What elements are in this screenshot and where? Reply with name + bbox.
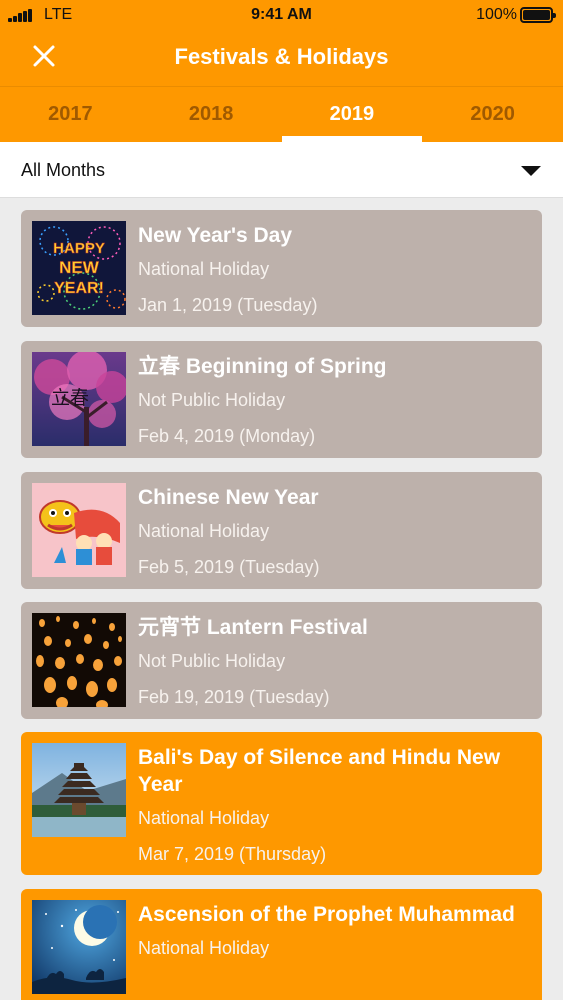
holiday-name: Ascension of the Prophet Muhammad [138, 903, 515, 926]
month-filter-label: All Months [21, 160, 106, 180]
holiday-name: New Year's Day [138, 224, 293, 247]
new-year-fireworks-image: HAPPY NEW YEAR! [32, 221, 126, 315]
app-header: LTE 9:41 AM 100% Festivals & Holidays 20… [0, 0, 563, 142]
holiday-card[interactable]: Chinese New Year National Holiday Feb 5,… [21, 472, 542, 589]
holiday-date: Mar 7, 2019 (Thursday) [138, 844, 327, 864]
month-filter-dropdown[interactable]: All Months [0, 142, 563, 198]
holiday-name: Bali's Day of Silence and Hindu New Year [138, 746, 501, 796]
holiday-date: Jan 1, 2019 (Tuesday) [138, 295, 318, 315]
holiday-type: Not Public Holiday [138, 651, 286, 671]
page-title: Festivals & Holidays [174, 44, 389, 69]
spring-blossom-image: 立春 [32, 352, 126, 446]
holiday-info: Ascension of the Prophet Muhammad Nation… [138, 901, 530, 973]
holiday-card[interactable]: Bali's Day of Silence and Hindu New Year… [21, 732, 542, 875]
year-tabs: 2017 2018 2019 2020 [0, 87, 563, 142]
battery-icon [520, 7, 556, 23]
tab-2017[interactable]: 2017 [0, 87, 141, 142]
lanterns-image [32, 613, 126, 707]
holiday-info: Chinese New Year National Holiday Feb 5,… [138, 484, 530, 578]
status-bar: LTE 9:41 AM 100% [0, 0, 563, 30]
holiday-type: National Holiday [138, 521, 270, 541]
holiday-date: Feb 19, 2019 (Tuesday) [138, 687, 330, 707]
holiday-name: 元宵节 Lantern Festival [138, 616, 368, 639]
holiday-card[interactable]: HAPPY NEW YEAR! New Year's Day National … [21, 210, 542, 327]
holiday-type: Not Public Holiday [138, 390, 286, 410]
holiday-card[interactable]: 立春 立春 Beginning of Spring Not Public Hol… [21, 341, 542, 458]
holiday-info: 元宵节 Lantern Festival Not Public Holiday … [138, 614, 530, 708]
holiday-info: 立春 Beginning of Spring Not Public Holida… [138, 353, 530, 447]
tab-2019[interactable]: 2019 [281, 87, 423, 142]
tab-2018[interactable]: 2018 [141, 87, 282, 142]
holiday-name: 立春 Beginning of Spring [138, 355, 387, 378]
holiday-type: National Holiday [138, 938, 270, 958]
tab-2020[interactable]: 2020 [422, 87, 563, 142]
holiday-type: National Holiday [138, 259, 270, 279]
holiday-card[interactable]: 元宵节 Lantern Festival Not Public Holiday … [21, 602, 542, 719]
lion-dance-image [32, 483, 126, 577]
battery-percent: 100% [476, 6, 517, 23]
holiday-name: Chinese New Year [138, 486, 319, 509]
svg-text:YEAR!: YEAR! [54, 280, 104, 297]
holiday-type: National Holiday [138, 808, 270, 828]
chevron-down-icon [521, 166, 541, 176]
svg-text:NEW: NEW [59, 258, 100, 277]
holiday-info: Bali's Day of Silence and Hindu New Year… [138, 744, 530, 865]
holiday-info: New Year's Day National Holiday Jan 1, 2… [138, 222, 530, 316]
holiday-list: HAPPY NEW YEAR! New Year's Day National … [0, 198, 563, 1000]
svg-text:HAPPY: HAPPY [53, 240, 105, 257]
holiday-date: Feb 5, 2019 (Tuesday) [138, 557, 320, 577]
crescent-moon-image [32, 900, 126, 994]
holiday-date: Feb 4, 2019 (Monday) [138, 426, 316, 446]
holiday-card[interactable]: Ascension of the Prophet Muhammad Nation… [21, 889, 542, 1000]
bali-temple-image [32, 743, 126, 837]
spring-image-text: 立春 [51, 387, 89, 409]
